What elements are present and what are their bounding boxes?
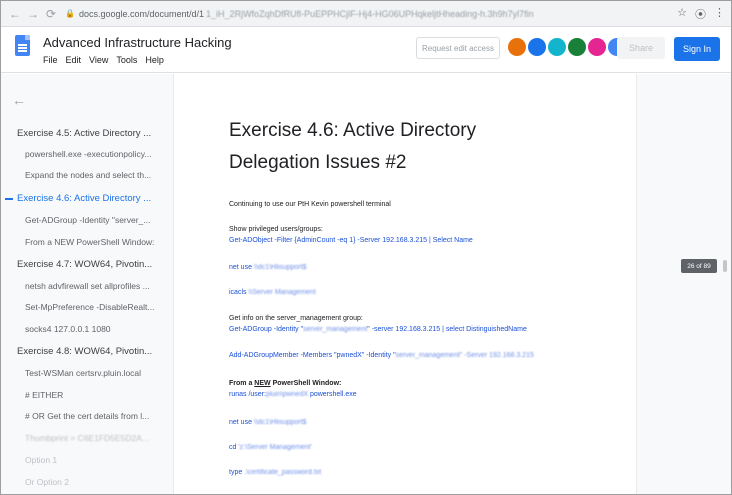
collaborator-avatar[interactable] xyxy=(528,38,546,56)
doc-from-new: From a NEW PowerShell Window: xyxy=(229,380,341,387)
outline-item[interactable]: Exercise 4.7: WOW64, Pivotin... xyxy=(17,259,165,270)
lock-icon: 🔒 xyxy=(65,9,75,18)
get-adgroup-text-a: Get-ADGroup -Identity " xyxy=(229,326,304,333)
menu-help[interactable]: Help xyxy=(145,55,164,65)
outline-item[interactable]: Get-ADGroup -Identity "server_... xyxy=(25,215,165,225)
menu-file[interactable]: File xyxy=(43,55,58,65)
icacls-1-redacted: \\Server Management xyxy=(248,289,316,296)
request-edit-access-button[interactable]: Request edit access xyxy=(416,37,500,59)
outline-item[interactable]: Test-WSMan certsrv.pluin.local xyxy=(25,368,165,378)
collaborator-avatar[interactable] xyxy=(508,38,526,56)
cmd-net-use-1: net use \\dc1\Hlisupport$ xyxy=(229,264,306,271)
collaborator-avatar[interactable] xyxy=(588,38,606,56)
forward-icon[interactable]: → xyxy=(25,6,41,22)
outline-item[interactable]: Option 1 xyxy=(25,455,165,465)
outline-item[interactable]: Exercise 4.5: Active Directory ... xyxy=(17,128,165,139)
menu-tools[interactable]: Tools xyxy=(116,55,137,65)
doc-heading-line-2: Delegation Issues #2 xyxy=(229,152,407,173)
menu-view[interactable]: View xyxy=(89,55,108,65)
runas-redacted: pluin\pwnedX xyxy=(265,391,308,398)
page-indicator: 26 of 89 xyxy=(681,259,717,273)
browser-toolbar: ← → ⟳ 🔒 docs.google.com/document/d/1 1_i… xyxy=(1,1,731,27)
outline-item[interactable]: powershell.exe -executionpolicy... xyxy=(25,149,165,159)
address-bar[interactable]: 🔒 docs.google.com/document/d/1 1_iH_2RjW… xyxy=(65,4,670,23)
more-menu-icon[interactable]: ⋮ xyxy=(714,6,725,22)
from-new-text-b: PowerShell Window: xyxy=(270,380,342,387)
type-text: type xyxy=(229,469,245,476)
outline-item[interactable]: Exercise 4.8: WOW64, Pivotin... xyxy=(17,346,165,357)
active-outline-marker xyxy=(5,198,13,200)
net-use-2-text: net use xyxy=(229,419,254,426)
doc-show-privileged: Show privileged users/groups: xyxy=(229,226,323,233)
share-button[interactable]: Share xyxy=(617,37,665,59)
back-icon[interactable]: ← xyxy=(7,6,23,22)
document-outline: ← Exercise 4.5: Active Directory ... powe… xyxy=(1,74,173,494)
account-icon[interactable]: ⦿ xyxy=(695,6,706,22)
scrollbar-handle[interactable] xyxy=(723,260,727,272)
document-page: Exercise 4.6: Active Directory Delegatio… xyxy=(173,74,637,494)
net-use-1-text: net use xyxy=(229,264,254,271)
docs-header: Advanced Infrastructure Hacking File Edi… xyxy=(1,27,731,73)
outline-item[interactable]: Expand the nodes and select th... xyxy=(25,170,165,180)
cmd-runas: runas /user:pluin\pwnedX powershell.exe xyxy=(229,391,357,398)
doc-get-info: Get info on the server_management group: xyxy=(229,315,363,322)
cmd-get-adobject: Get-ADObject -Filter {AdminCount -eq 1} … xyxy=(229,237,473,244)
cmd-type: type .\certificate_password.txt xyxy=(229,469,321,476)
cd-redacted: 'z:\Server Management' xyxy=(238,444,312,451)
collaborator-avatar[interactable] xyxy=(568,38,586,56)
reload-icon[interactable]: ⟳ xyxy=(43,6,59,22)
net-use-1-redacted: \\dc1\Hlisupport$ xyxy=(253,264,307,271)
type-redacted: .\certificate_password.txt xyxy=(244,469,322,476)
outline-item[interactable]: # EITHER xyxy=(25,390,165,400)
screenshot-frame: ← → ⟳ 🔒 docs.google.com/document/d/1 1_i… xyxy=(0,0,732,495)
url-path: 1_iH_2RjWfoZqhDfRUfl-PuEPPHCjlF-Hj4-HG06… xyxy=(206,8,534,19)
add-member-redacted: server_management" -Server 192.168.3.215 xyxy=(395,352,534,359)
docs-logo-icon[interactable] xyxy=(15,35,30,56)
url-domain: docs.google.com/document/d/1 xyxy=(78,8,205,19)
sign-in-button[interactable]: Sign In xyxy=(674,37,720,61)
menu-bar: File Edit View Tools Help xyxy=(43,55,164,65)
cmd-cd: cd 'z:\Server Management' xyxy=(229,444,312,451)
outline-item[interactable]: From a NEW PowerShell Window: xyxy=(25,237,165,247)
cmd-get-adgroup: Get-ADGroup -Identity "server_management… xyxy=(229,326,527,333)
outline-item[interactable]: Set-MpPreference -DisableRealt... xyxy=(25,302,165,312)
menu-edit[interactable]: Edit xyxy=(66,55,82,65)
outline-item[interactable]: netsh advfirewall set allprofiles ... xyxy=(25,281,165,291)
from-new-underlined: NEW xyxy=(254,380,271,387)
outline-item[interactable]: # OR Get the cert details from l... xyxy=(25,411,165,421)
outline-item[interactable]: Or Option 2 xyxy=(25,477,165,487)
outline-item[interactable]: Exercise 4.6: Active Directory ... xyxy=(17,193,165,204)
collaborator-avatar[interactable] xyxy=(548,38,566,56)
star-icon[interactable]: ☆ xyxy=(677,6,687,22)
runas-text-a: runas /user: xyxy=(229,391,266,398)
document-title: Advanced Infrastructure Hacking xyxy=(43,35,232,50)
get-adgroup-text-b: " -server 192.168.3.215 | select Disting… xyxy=(367,326,527,333)
outline-item[interactable]: socks4 127.0.0.1 1080 xyxy=(25,324,165,334)
doc-heading-line-1: Exercise 4.6: Active Directory xyxy=(229,120,477,141)
icacls-1-text: icacls xyxy=(229,289,249,296)
runas-text-b: powershell.exe xyxy=(308,391,357,398)
close-outline-icon[interactable]: ← xyxy=(12,92,26,108)
get-adgroup-redacted: server_management xyxy=(303,326,368,333)
cmd-net-use-2: net use \\dc1\Hlisupport$ xyxy=(229,419,306,426)
right-gutter xyxy=(637,74,731,494)
cmd-add-member: Add-ADGroupMember -Members "pwnedX" -Ide… xyxy=(229,352,534,359)
net-use-2-redacted: \\dc1\Hlisupport$ xyxy=(253,419,307,426)
collaborator-avatars xyxy=(508,38,626,56)
outline-item[interactable]: Thumbprint = C6E1FD5E5D2A... xyxy=(25,433,165,443)
cd-text: cd xyxy=(229,444,239,451)
doc-intro: Continuing to use our PtH Kevin powershe… xyxy=(229,201,391,208)
add-member-text: Add-ADGroupMember -Members "pwnedX" -Ide… xyxy=(229,352,396,359)
from-new-text-a: From a xyxy=(229,380,255,387)
cmd-icacls-1: icacls \\Server Management xyxy=(229,289,316,296)
